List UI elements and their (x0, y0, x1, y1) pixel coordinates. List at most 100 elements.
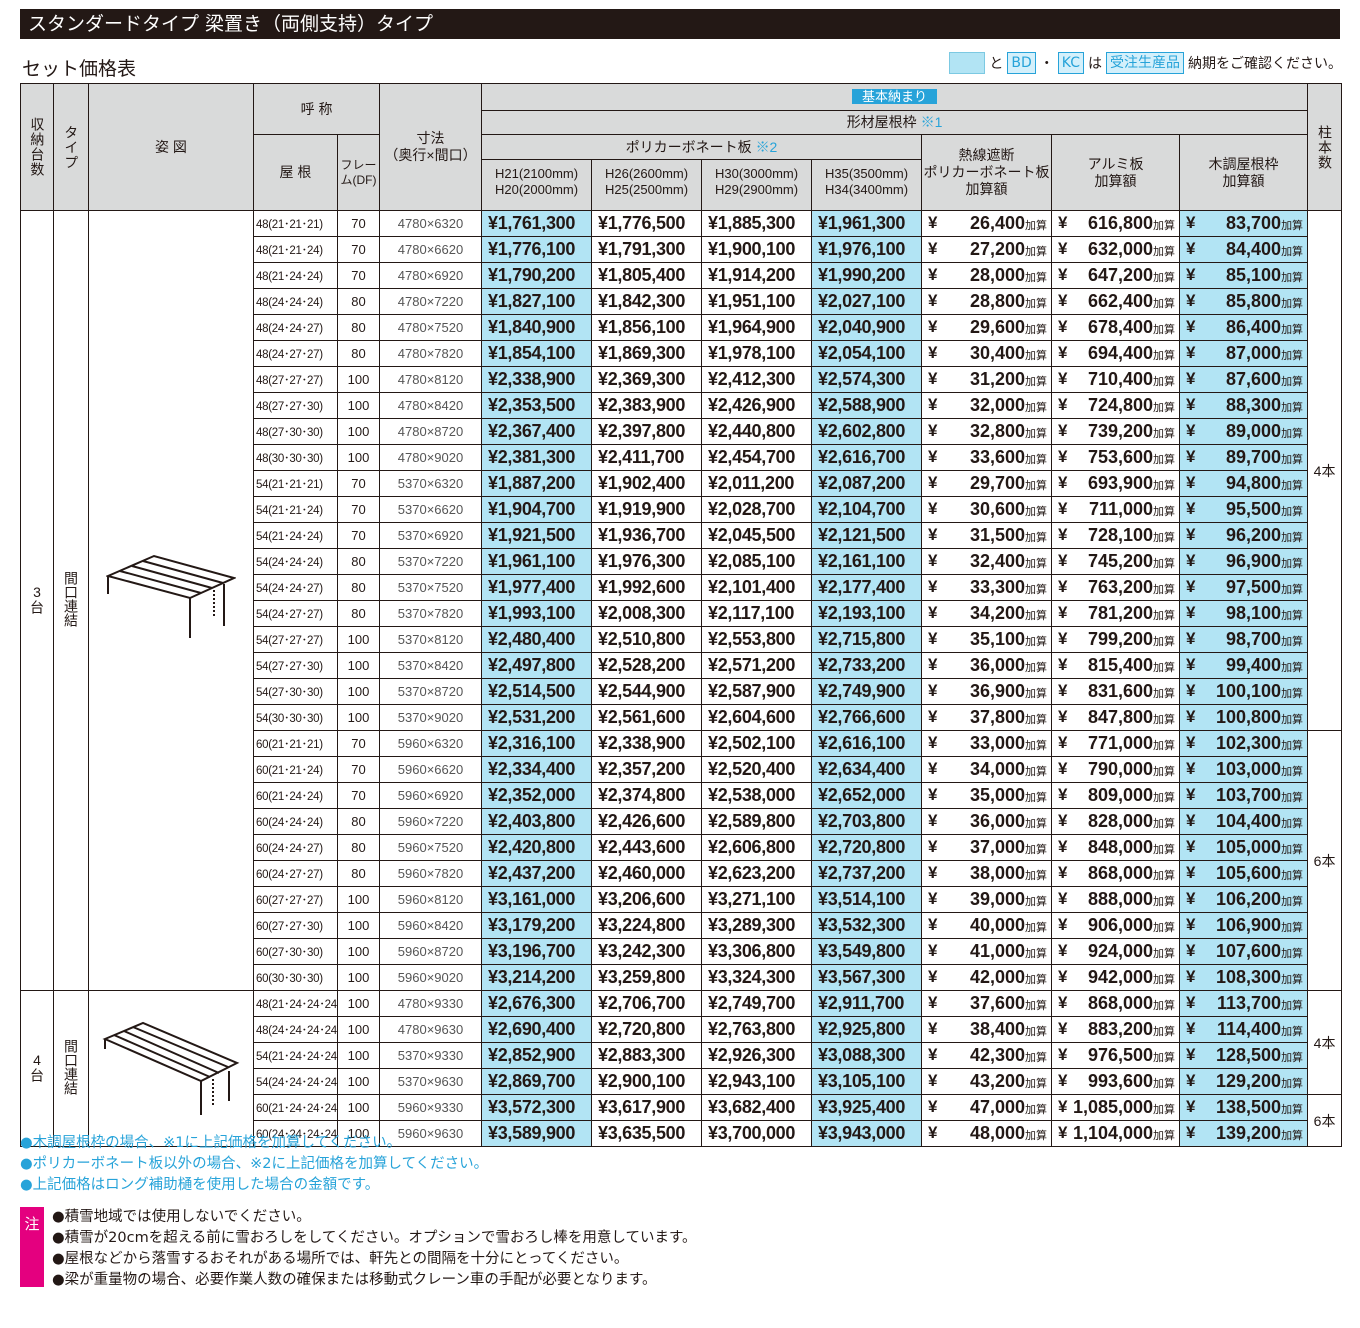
add-amount: 32,400 (969, 551, 1026, 571)
cell-size: 5960×8420 (379, 912, 483, 939)
add-amount: 88,300 (1226, 395, 1282, 415)
group-type: 間口連結 (53, 210, 89, 991)
cell-price-h30: ¥1,964,900 (701, 314, 813, 341)
add-label: 加算 (1281, 922, 1304, 934)
cell-price-h21: ¥2,367,400 (481, 418, 593, 445)
note-1: ●木調屋根枠の場合、※1に上記価格を加算してください。 (20, 1135, 402, 1151)
add-label: 加算 (1153, 948, 1176, 960)
cell-size: 5370×7220 (379, 548, 483, 575)
add-amount: 31,500 (969, 525, 1026, 545)
add-label: 加算 (1281, 870, 1304, 882)
add-label: 加算 (1281, 1052, 1304, 1064)
yen-sign: ¥ (1058, 967, 1068, 986)
cell-add-heat: ¥42,300加算 (921, 1042, 1053, 1069)
add-label: 加算 (1025, 740, 1048, 752)
cell-price-h26: ¥2,411,700 (591, 444, 703, 471)
notes: ●木調屋根枠の場合、※1に上記価格を加算してください。 ●ポリカーボネート板以外… (20, 1133, 488, 1196)
yen-sign: ¥ (928, 863, 938, 882)
header-wood: 木調屋根枠 加算額 (1179, 134, 1309, 211)
add-amount: 99,400 (1226, 655, 1282, 675)
add-label: 加算 (1281, 506, 1304, 518)
add-amount: 30,400 (969, 343, 1026, 363)
add-label: 加算 (1281, 610, 1304, 622)
cell-price-h30: ¥2,502,100 (701, 730, 813, 757)
yen-sign: ¥ (1186, 941, 1196, 960)
add-label: 加算 (1153, 844, 1176, 856)
add-amount: 102,300 (1215, 733, 1282, 753)
cell-add-wood: ¥95,500加算 (1179, 496, 1309, 523)
poly-note: ※2 (755, 139, 778, 155)
yen-sign: ¥ (1186, 265, 1196, 284)
cell-add-wood: ¥85,100加算 (1179, 262, 1309, 289)
h34-label: H34(3400mm) (824, 181, 909, 197)
cell-price-h21: ¥2,437,200 (481, 860, 593, 887)
yen-sign: ¥ (1186, 863, 1196, 882)
yen-sign: ¥ (928, 525, 938, 544)
wood-label-1: 木調屋根枠 (1208, 155, 1279, 172)
cell-frame: 100 (336, 938, 381, 965)
add-label: 加算 (1153, 1052, 1176, 1064)
yen-sign: ¥ (928, 707, 938, 726)
add-amount: 37,600 (969, 993, 1026, 1013)
cell-add-alu: ¥728,100加算 (1051, 522, 1181, 549)
cell-add-heat: ¥28,000加算 (921, 262, 1053, 289)
add-amount: 89,000 (1226, 421, 1282, 441)
cell-add-wood: ¥85,800加算 (1179, 288, 1309, 315)
cell-posts: 4本 (1307, 210, 1343, 731)
add-label: 加算 (1153, 506, 1176, 518)
add-amount: 35,100 (969, 629, 1026, 649)
cell-price-h26: ¥2,883,300 (591, 1042, 703, 1069)
cell-price-h21: ¥1,854,100 (481, 340, 593, 367)
cell-price-h26: ¥1,902,400 (591, 470, 703, 497)
cell-add-heat: ¥37,000加算 (921, 834, 1053, 861)
yen-sign: ¥ (928, 811, 938, 830)
add-label: 加算 (1281, 480, 1304, 492)
add-amount: 1,085,000 (1072, 1097, 1154, 1117)
add-label: 加算 (1153, 896, 1176, 908)
cell-add-heat: ¥38,000加算 (921, 860, 1053, 887)
cell-add-wood: ¥96,200加算 (1179, 522, 1309, 549)
add-label: 加算 (1025, 1078, 1048, 1090)
cell-frame: 80 (336, 834, 381, 861)
caution-badge: 注 (20, 1207, 44, 1287)
add-label: 加算 (1281, 1000, 1304, 1012)
add-label: 加算 (1025, 610, 1048, 622)
cell-add-heat: ¥26,400加算 (921, 210, 1053, 237)
cell-price-h30: ¥2,749,700 (701, 990, 813, 1017)
add-label: 加算 (1281, 532, 1304, 544)
cell-add-alu: ¥753,600加算 (1051, 444, 1181, 471)
add-label: 加算 (1281, 844, 1304, 856)
cell-frame: 100 (336, 1042, 381, 1069)
yen-sign: ¥ (1058, 889, 1068, 908)
yen-sign: ¥ (1186, 837, 1196, 856)
add-amount: 104,400 (1215, 811, 1282, 831)
yen-sign: ¥ (928, 1045, 938, 1064)
cell-name: 54(30･30･30) (253, 704, 338, 731)
add-label: 加算 (1153, 1078, 1176, 1090)
add-amount: 888,000 (1087, 889, 1154, 909)
cell-add-heat: ¥40,000加算 (921, 912, 1053, 939)
add-label: 加算 (1025, 948, 1048, 960)
cell-add-alu: ¥848,000加算 (1051, 834, 1181, 861)
yen-sign: ¥ (1058, 837, 1068, 856)
add-amount: 976,500 (1087, 1045, 1154, 1065)
cell-add-wood: ¥107,600加算 (1179, 938, 1309, 965)
caution-line-2: ●積雪が20cmを超える前に雪おろしをしてください。オプションで雪おろし棒を用意… (52, 1230, 697, 1246)
cell-posts: 6本 (1307, 730, 1343, 991)
cell-add-alu: ¥993,600加算 (1051, 1068, 1181, 1095)
cell-add-heat: ¥27,200加算 (921, 236, 1053, 263)
cell-add-heat: ¥32,000加算 (921, 392, 1053, 419)
cell-name: 54(24･24･27) (253, 574, 338, 601)
add-label: 加算 (1025, 1052, 1048, 1064)
add-amount: 31,200 (969, 369, 1026, 389)
add-amount: 47,000 (969, 1097, 1026, 1117)
yen-sign: ¥ (1058, 681, 1068, 700)
cell-size: 4780×6620 (379, 236, 483, 263)
cell-price-h26: ¥2,397,800 (591, 418, 703, 445)
yen-sign: ¥ (1058, 655, 1068, 674)
cell-price-h21: ¥1,961,100 (481, 548, 593, 575)
add-amount: 38,000 (969, 863, 1026, 883)
add-amount: 942,000 (1087, 967, 1154, 987)
yen-sign: ¥ (928, 967, 938, 986)
cell-add-wood: ¥89,700加算 (1179, 444, 1309, 471)
